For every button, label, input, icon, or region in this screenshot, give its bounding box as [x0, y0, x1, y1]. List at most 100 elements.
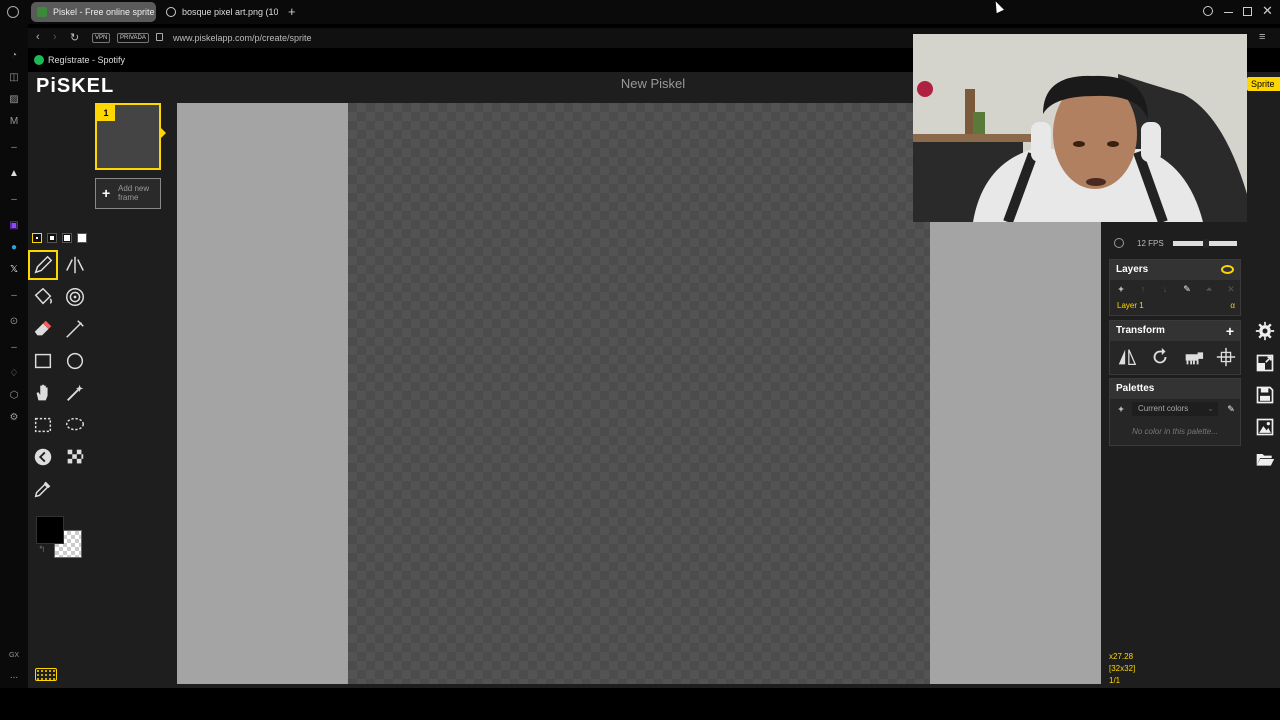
pen-size-4[interactable] [77, 233, 87, 243]
line-pen-icon [66, 320, 84, 338]
restore-icon[interactable] [1243, 7, 1252, 16]
move-tool[interactable] [28, 378, 58, 408]
eye-icon[interactable] [1221, 265, 1234, 274]
forward-icon[interactable]: › [53, 31, 57, 43]
delete-layer-button[interactable]: ✕ [1222, 282, 1240, 296]
rotate-button[interactable] [1149, 346, 1171, 373]
swap-colors-icon[interactable]: ↰ [38, 544, 46, 555]
add-layer-button[interactable]: + [1112, 282, 1130, 296]
add-palette-button[interactable]: + [1112, 402, 1130, 416]
reload-icon[interactable]: ↻ [70, 31, 79, 44]
tab-bosque[interactable]: bosque pixel art.png (102 [160, 2, 278, 22]
lighten-icon [34, 448, 52, 466]
drawing-canvas[interactable] [348, 103, 930, 684]
url-field[interactable]: www.piskelapp.com/p/create/sprite [173, 33, 312, 43]
primary-color-swatch[interactable] [36, 516, 64, 544]
settings-button[interactable] [1253, 319, 1277, 343]
piskel-logo[interactable]: PiSKEL [36, 75, 114, 98]
close-window-icon[interactable]: ✕ [1262, 3, 1273, 19]
folder-icon [1256, 454, 1275, 466]
fps-control[interactable]: 12 FPS [1109, 236, 1241, 252]
circle-icon [66, 352, 84, 370]
back-icon[interactable]: ‹ [36, 31, 40, 43]
settings-icon[interactable]: ⚙ [8, 412, 20, 424]
transform-title: Transform [1116, 325, 1165, 336]
history-icon[interactable]: ◫ [8, 72, 20, 84]
paint-bucket-tool[interactable] [28, 282, 58, 312]
edit-layer-button[interactable]: ✎ [1178, 282, 1196, 296]
tab-piskel[interactable]: Piskel - Free online sprite [31, 2, 156, 22]
move-layer-down-button[interactable]: ↓ [1156, 282, 1174, 296]
resize-icon [1256, 354, 1274, 372]
lock-icon[interactable] [156, 33, 163, 41]
paint-same-color-tool[interactable] [60, 282, 90, 312]
vertical-mirror-pen-tool[interactable] [60, 250, 90, 280]
gmail-icon[interactable]: M [8, 116, 20, 128]
search-tabs-icon[interactable] [1203, 6, 1213, 16]
center-button[interactable] [1215, 346, 1237, 373]
messenger-icon[interactable]: ▨ [8, 94, 20, 106]
aria-icon[interactable]: ▲ [8, 168, 20, 180]
gx-label[interactable]: GX [8, 650, 20, 662]
merge-layer-button[interactable]: ⏶ [1200, 282, 1218, 296]
flip-icon [1118, 349, 1137, 365]
export-button[interactable] [1253, 415, 1277, 439]
pen-size-1[interactable] [32, 233, 42, 243]
palettes-panel: Palettes + Current colors ⌄ ✎ No color i… [1109, 378, 1241, 446]
shape-select-tool[interactable] [60, 378, 90, 408]
pen-tool[interactable] [28, 250, 58, 280]
palette-select-value: Current colors [1138, 404, 1189, 413]
pin-icon[interactable]: ♢ [8, 368, 20, 380]
twitch-icon[interactable]: ▣ [8, 220, 20, 232]
expand-plus-icon[interactable]: + [1226, 321, 1234, 341]
layer-alpha[interactable]: α [1230, 300, 1235, 312]
magic-wand-icon [67, 384, 84, 401]
layers-title: Layers [1116, 264, 1149, 275]
save-button[interactable] [1253, 383, 1277, 407]
stroke-tool[interactable] [60, 314, 90, 344]
flip-button[interactable] [1116, 346, 1138, 373]
dash-icon: – [11, 194, 17, 205]
opera-menu-icon[interactable] [7, 6, 19, 18]
extensions-icon[interactable]: ⬡ [8, 390, 20, 402]
lasso-select-tool[interactable] [60, 410, 90, 440]
menu-icon[interactable]: ≡ [1259, 31, 1265, 43]
speed-dial-icon[interactable]: ◔ [8, 50, 20, 62]
x-icon[interactable]: 𝕏 [8, 264, 20, 276]
cursor-coordinates: x27.28 [1109, 652, 1134, 661]
rectangle-icon [34, 353, 52, 369]
clone-button[interactable] [1182, 346, 1204, 373]
lighten-tool[interactable] [28, 442, 58, 472]
pen-size-3[interactable] [62, 233, 72, 243]
piskel-title[interactable]: New Piskel [558, 76, 748, 91]
fps-slider-handle[interactable] [1203, 239, 1209, 248]
color-picker-tool[interactable] [28, 474, 58, 504]
keyboard-icon[interactable] [35, 668, 57, 681]
new-tab-button[interactable]: + [288, 4, 296, 19]
dithering-tool[interactable] [60, 442, 90, 472]
resize-button[interactable] [1253, 351, 1277, 375]
minimize-icon[interactable] [1224, 12, 1233, 13]
more-icon[interactable]: ... [8, 670, 20, 682]
circle-tool[interactable] [60, 346, 90, 376]
checker-icon [67, 449, 84, 464]
frame-thumbnail[interactable]: 1 [95, 103, 161, 170]
layer-item[interactable]: Layer 1 α [1111, 300, 1239, 312]
pen-size-2[interactable] [47, 233, 57, 243]
telegram-icon[interactable]: ● [8, 242, 20, 254]
globe-icon [166, 7, 176, 17]
move-layer-up-button[interactable]: ↑ [1134, 282, 1152, 296]
edit-palette-button[interactable]: ✎ [1222, 402, 1240, 416]
vpn-badge[interactable]: VPN [92, 33, 111, 43]
pen-icon [34, 255, 53, 274]
import-button[interactable] [1253, 447, 1277, 471]
add-frame-button[interactable]: + Add new frame [95, 178, 161, 209]
palette-select[interactable]: Current colors ⌄ [1132, 402, 1218, 416]
rectangle-select-tool[interactable] [28, 410, 58, 440]
rectangle-tool[interactable] [28, 346, 58, 376]
eraser-tool[interactable] [28, 314, 58, 344]
sheep-icon [1185, 352, 1204, 365]
player-icon[interactable]: ⊙ [8, 316, 20, 328]
resize-tab[interactable]: Sprite [1247, 77, 1280, 91]
dash-icon: – [11, 290, 17, 301]
